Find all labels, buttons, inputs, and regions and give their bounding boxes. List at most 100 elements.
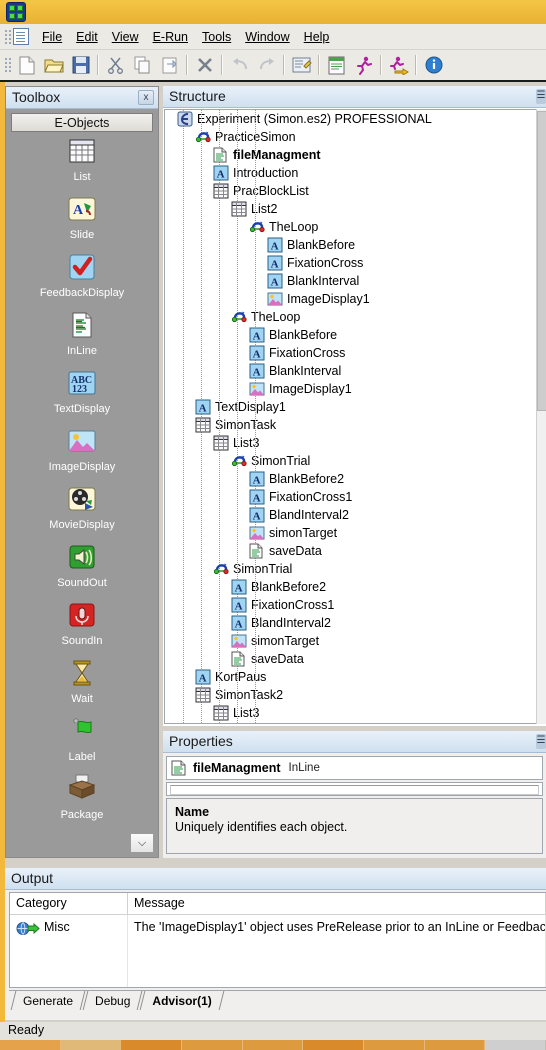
tree-item[interactable]: A BlankInterval xyxy=(165,272,536,290)
tree-item[interactable]: A BlandInterval2 xyxy=(165,506,536,524)
tree-item[interactable]: Experiment (Simon.es2) PROFESSIONAL xyxy=(165,110,536,128)
tree-item[interactable]: A TextDisplay1 xyxy=(165,398,536,416)
tree-item[interactable]: ImageDisplay1 xyxy=(165,290,536,308)
toolbox-item-imagedisplay[interactable]: ImageDisplay xyxy=(11,425,153,474)
tree-item[interactable]: saveData xyxy=(165,650,536,668)
menubar-grip-handle[interactable] xyxy=(3,27,11,46)
tree-item[interactable]: A BlandInterval2 xyxy=(165,614,536,632)
toolbox-item-label[interactable]: Label xyxy=(11,715,153,764)
menu-item-window[interactable]: Window xyxy=(238,27,296,47)
tree-item[interactable]: A FixationCross xyxy=(165,254,536,272)
tree-item[interactable]: A FixationCross1 xyxy=(165,488,536,506)
run-icon[interactable] xyxy=(351,53,376,78)
taskbar-item-5[interactable] xyxy=(242,1040,304,1050)
close-icon[interactable]: x xyxy=(138,90,154,105)
tree-item[interactable]: A BlankBefore2 xyxy=(165,470,536,488)
menu-item-tools[interactable]: Tools xyxy=(195,27,238,47)
tree-item[interactable]: SimonTask xyxy=(165,416,536,434)
svg-text:A: A xyxy=(271,258,279,270)
tree-item[interactable]: A BlankBefore xyxy=(165,236,536,254)
image-picture-icon xyxy=(65,425,99,459)
tab-generate[interactable]: Generate xyxy=(10,991,86,1010)
taskbar-item-7[interactable] xyxy=(364,1040,425,1050)
menu-item-file[interactable]: File xyxy=(35,27,69,47)
tree-item[interactable]: TheLoop xyxy=(165,218,536,236)
menu-item-erun[interactable]: E-Run xyxy=(146,27,195,47)
tree-item[interactable]: A KortPaus xyxy=(165,668,536,686)
structure-tree[interactable]: Experiment (Simon.es2) PROFESSIONAL Pract… xyxy=(164,109,536,724)
taskbar-item-6[interactable] xyxy=(303,1040,365,1050)
toolbox-item-list[interactable]: List xyxy=(11,135,153,184)
tree-item[interactable]: ImageDisplay1 xyxy=(165,380,536,398)
save-disk-icon[interactable] xyxy=(68,53,93,78)
toolbox-item-textdisplay[interactable]: ABC 123 TextDisplay xyxy=(11,367,153,416)
eobjects-group-header[interactable]: E-Objects xyxy=(11,113,153,132)
tree-item[interactable]: SimonTrial xyxy=(165,452,536,470)
info-icon[interactable] xyxy=(421,53,446,78)
tree-item[interactable]: PracBlockList xyxy=(165,182,536,200)
tree-item[interactable]: List2 xyxy=(165,200,536,218)
tree-item[interactable]: A Introduction xyxy=(165,164,536,182)
output-column-category[interactable]: Category xyxy=(10,893,128,914)
imagedisplay-icon xyxy=(231,633,247,649)
undo-icon[interactable] xyxy=(227,53,252,78)
taskbar-item-9[interactable] xyxy=(485,1040,546,1050)
menu-item-help[interactable]: Help xyxy=(297,27,337,47)
tree-item[interactable]: TheLoop xyxy=(165,308,536,326)
paste-icon[interactable] xyxy=(157,53,182,78)
output-row[interactable]: Misc The 'ImageDisplay1' object uses Pre… xyxy=(10,915,546,939)
tree-item[interactable]: A BlankBefore2 xyxy=(165,578,536,596)
taskbar-item-2[interactable] xyxy=(60,1040,122,1050)
toolbox-item-feedbackdisplay[interactable]: FeedbackDisplay xyxy=(11,251,153,300)
tree-item[interactable]: A BlankInterval xyxy=(165,362,536,380)
menu-item-edit[interactable]: Edit xyxy=(69,27,105,47)
properties-menu-icon[interactable]: ☰ xyxy=(536,734,546,749)
toolbox-item-inline[interactable]: InLine xyxy=(11,309,153,358)
delete-x-icon[interactable] xyxy=(192,53,217,78)
output-panel: Output Category Message Misc The 'ImageD… xyxy=(5,868,546,1020)
cut-scissors-icon[interactable] xyxy=(103,53,128,78)
tree-item[interactable]: simonTarget xyxy=(165,524,536,542)
properties-grid[interactable] xyxy=(166,782,543,796)
toolbar-grip-handle[interactable] xyxy=(3,56,11,74)
new-icon[interactable] xyxy=(14,53,39,78)
output-column-message[interactable]: Message xyxy=(128,893,546,914)
toolbox-item-soundin[interactable]: SoundIn xyxy=(11,599,153,648)
properties-icon[interactable] xyxy=(289,53,314,78)
taskbar-item-8[interactable] xyxy=(424,1040,486,1050)
tree-item[interactable]: fileManagment xyxy=(165,146,536,164)
structure-vertical-scrollbar[interactable] xyxy=(536,109,546,724)
tree-item[interactable]: A BlankBefore xyxy=(165,326,536,344)
toolbox-item-wait[interactable]: Wait xyxy=(11,657,153,706)
tree-item[interactable]: SimonTrial xyxy=(165,560,536,578)
tab-advisor[interactable]: Advisor(1) xyxy=(140,991,225,1010)
script-icon[interactable] xyxy=(324,53,349,78)
toolbox-item-package[interactable]: Package xyxy=(11,773,153,822)
tree-item-label: FixationCross1 xyxy=(251,598,335,612)
tab-debug[interactable]: Debug xyxy=(82,991,143,1010)
redo-icon[interactable] xyxy=(254,53,279,78)
generate-run-icon[interactable] xyxy=(386,53,411,78)
tree-item[interactable]: simonTarget xyxy=(165,632,536,650)
tree-item[interactable]: A FixationCross1 xyxy=(165,596,536,614)
menu-item-view[interactable]: View xyxy=(105,27,146,47)
taskbar-item-1[interactable] xyxy=(0,1040,61,1050)
open-folder-icon[interactable] xyxy=(41,53,66,78)
toolbar-separator-4 xyxy=(283,55,285,75)
toolbox-item-slide[interactable]: A Slide xyxy=(11,193,153,242)
chevron-down-icon[interactable]: ⌵ xyxy=(130,833,154,853)
tree-item[interactable]: A FixationCross xyxy=(165,344,536,362)
toolbox-item-moviedisplay[interactable]: MovieDisplay xyxy=(11,483,153,532)
scrollbar-thumb[interactable] xyxy=(537,111,546,411)
tree-item[interactable]: SimonTask2 xyxy=(165,686,536,704)
output-empty-row xyxy=(10,963,546,987)
copy-icon[interactable] xyxy=(130,53,155,78)
toolbox-item-soundout[interactable]: SoundOut xyxy=(11,541,153,590)
structure-menu-icon[interactable]: ☰ xyxy=(536,89,546,104)
taskbar-item-4[interactable] xyxy=(182,1040,243,1050)
tree-item[interactable]: List3 xyxy=(165,704,536,722)
tree-item[interactable]: saveData xyxy=(165,542,536,560)
tree-item[interactable]: PracticeSimon xyxy=(165,128,536,146)
tree-item[interactable]: List3 xyxy=(165,434,536,452)
taskbar-item-3[interactable] xyxy=(121,1040,183,1050)
